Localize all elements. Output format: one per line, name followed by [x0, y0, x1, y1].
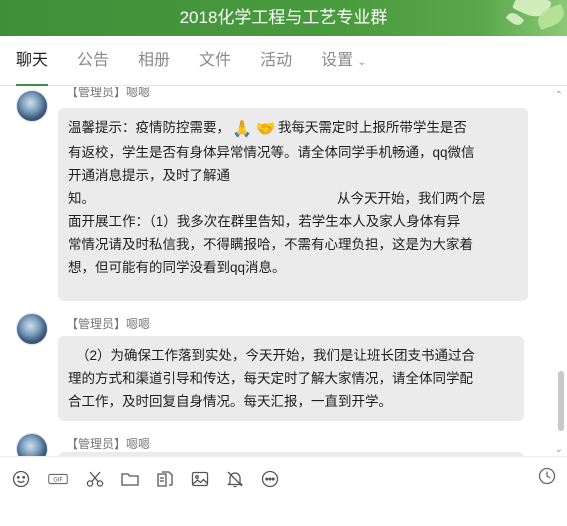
handshake-emoji-icon: 🤝	[255, 121, 276, 138]
scroll-up-arrow-icon[interactable]: ⌃	[555, 90, 563, 101]
message-line: 温馨提示：疫情防控需要， 🙏 🤝 我每天需定时上报所带学生是否	[68, 116, 518, 141]
message-line: 想，但可能有的同学没看到qq消息。	[68, 260, 286, 275]
picture-icon[interactable]	[189, 468, 211, 490]
avatar[interactable]	[16, 313, 48, 345]
hands-emoji-icon: 🙏	[232, 121, 252, 138]
window-title-bar: 2018化学工程与工艺专业群	[0, 0, 567, 36]
more-icon[interactable]	[259, 468, 281, 490]
message-bubble[interactable]: （2）为确保工作落到实处，今天开始，我们是让班长团支书通过合 理的方式和渠道引导…	[58, 336, 524, 421]
scrollbar-thumb[interactable]	[558, 371, 564, 431]
message-line: 面开展工作：（1）我多次在群里告知，若学生本人及家人身体有异	[68, 214, 461, 229]
avatar[interactable]	[16, 90, 48, 122]
message-text: 知。	[68, 191, 95, 206]
sender-name[interactable]: 【管理员】嗯嗯	[66, 87, 150, 100]
tab-settings-label: 设置	[321, 51, 354, 69]
avatar[interactable]	[16, 433, 48, 456]
message-line: 知。 从今天开始，我们两个层	[68, 187, 518, 210]
image-stack-icon[interactable]	[154, 468, 176, 490]
clock-history-icon[interactable]	[537, 466, 557, 486]
gif-icon[interactable]: GIF	[45, 468, 71, 490]
gif-label: GIF	[53, 477, 62, 483]
emoji-icon[interactable]	[10, 468, 32, 490]
tab-bar: 聊天 公告 相册 文件 活动 设置 ⌄	[0, 36, 567, 86]
message-text: 我每天需定时上报所带学生是否	[277, 120, 467, 135]
input-toolbar: GIF	[0, 456, 567, 500]
sender-name[interactable]: 【管理员】嗯嗯	[66, 315, 150, 332]
message-text: 从今天开始，我们两个层	[337, 191, 486, 206]
tab-album[interactable]: 相册	[138, 36, 170, 86]
tab-activities[interactable]: 活动	[260, 36, 292, 86]
tab-chat[interactable]: 聊天	[16, 36, 49, 86]
message-line: 理的方式和渠道引导和传达，每天定时了解大家情况，请全体同学配	[68, 371, 473, 386]
tab-settings[interactable]: 设置 ⌄	[321, 36, 366, 86]
message-line: 合工作，及时回复自身情况。每天汇报，一直到开学。	[68, 394, 392, 409]
message-line: （2）为确保工作落到实处，今天开始，我们是让班长团支书通过合	[76, 348, 476, 363]
folder-icon[interactable]	[119, 468, 141, 490]
window-title: 2018化学工程与工艺专业群	[179, 8, 388, 27]
message-line: 常情况请及时私信我，不得瞒报哈，不需有心理负担，这是为大家着	[68, 237, 473, 252]
message-text: 温馨提示：疫情防控需要，	[68, 120, 230, 135]
tab-files[interactable]: 文件	[199, 36, 231, 86]
message-line: 有返校，学生是否有身体异常情况等。请全体同学手机畅通，qq微信	[68, 145, 475, 160]
bell-icon[interactable]	[224, 468, 246, 490]
tab-announcements[interactable]: 公告	[77, 36, 109, 86]
chat-message-list[interactable]: 【管理员】嗯嗯 温馨提示：疫情防控需要， 🙏 🤝 我每天需定时上报所带学生是否 有返校…	[0, 87, 567, 456]
scissors-icon[interactable]	[84, 468, 106, 490]
chevron-down-icon: ⌄	[357, 55, 367, 68]
sender-name[interactable]: 【管理员】嗯嗯	[66, 435, 150, 452]
message-bubble[interactable]: 温馨提示：疫情防控需要， 🙏 🤝 我每天需定时上报所带学生是否 有返校，学生是否有身体…	[58, 108, 528, 301]
scroll-down-arrow-icon[interactable]: ⌄	[555, 444, 563, 455]
message-line: 开通消息提示，及时了解通	[68, 168, 230, 183]
